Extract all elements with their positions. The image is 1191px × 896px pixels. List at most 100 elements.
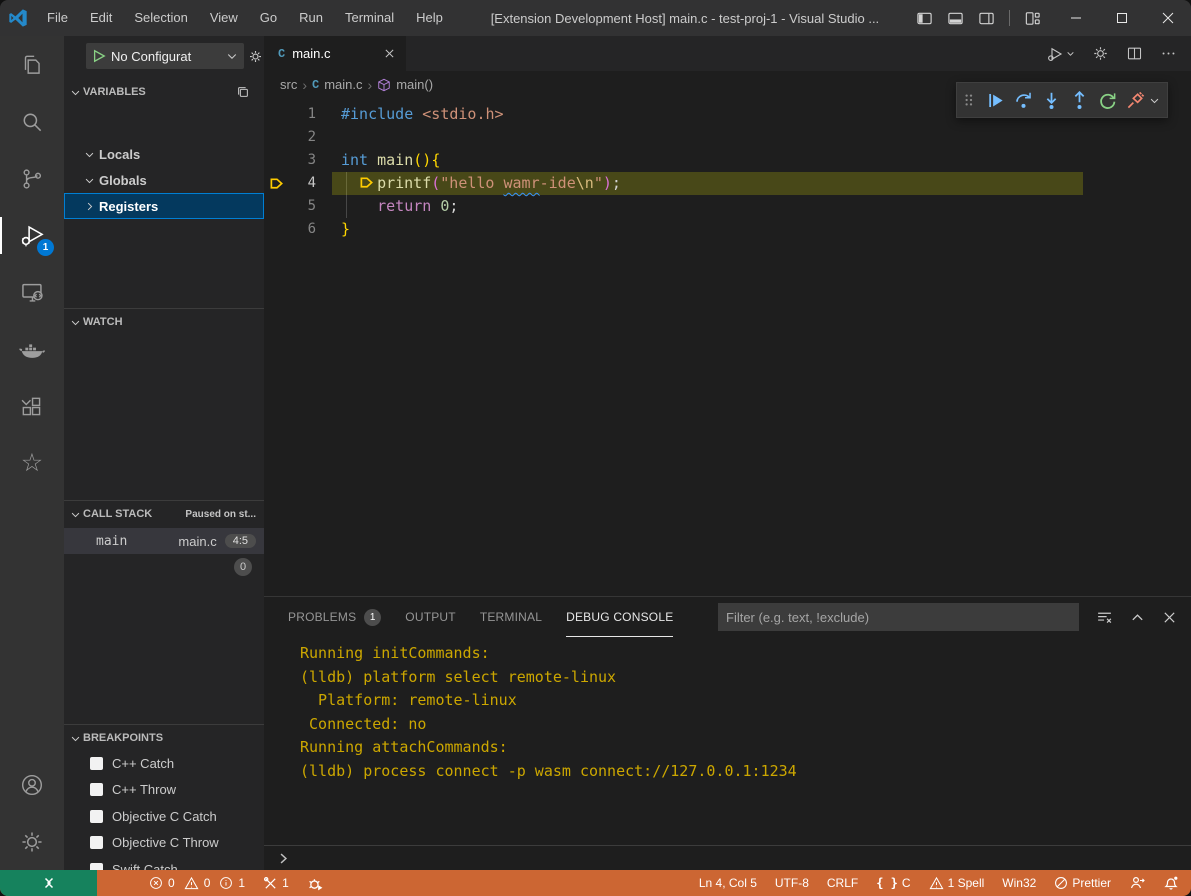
panel-tab-debug-console[interactable]: DEBUG CONSOLE bbox=[566, 597, 673, 637]
maximize-button[interactable] bbox=[1099, 0, 1145, 36]
breakpoint-row[interactable]: Objective C Throw bbox=[64, 830, 264, 857]
step-out-button[interactable] bbox=[1065, 86, 1093, 114]
tab-close-icon[interactable] bbox=[383, 47, 396, 60]
c-language-icon: C bbox=[278, 47, 285, 61]
cursor-position[interactable]: Ln 4, Col 5 bbox=[699, 876, 757, 890]
toggle-panel-icon[interactable] bbox=[947, 10, 964, 27]
call-stack-section-header[interactable]: CALL STACK Paused on st... bbox=[64, 502, 264, 526]
disconnect-button[interactable] bbox=[1121, 86, 1149, 114]
code-line[interactable]: 5 return 0; bbox=[264, 195, 1191, 218]
start-debugging-icon[interactable] bbox=[92, 49, 106, 63]
sidebar-item-source-control[interactable] bbox=[0, 150, 64, 207]
call-stack-frame-row[interactable]: main main.c 4:5 bbox=[64, 528, 264, 554]
breadcrumb-folder[interactable]: src bbox=[280, 77, 297, 92]
breakpoint-row[interactable]: C++ Throw bbox=[64, 777, 264, 804]
menu-edit[interactable]: Edit bbox=[79, 0, 123, 36]
maximize-panel-icon[interactable] bbox=[1130, 610, 1145, 625]
sidebar-item-extensions[interactable] bbox=[0, 378, 64, 435]
formatter-status[interactable]: Prettier bbox=[1054, 876, 1111, 890]
code-line[interactable]: 4 printf("hello wamr-ide\n"); bbox=[264, 172, 1191, 195]
console-filter-input[interactable] bbox=[718, 603, 1079, 631]
problems-status[interactable]: 0 0 1 bbox=[149, 876, 245, 891]
variables-section-header[interactable]: VARIABLES bbox=[64, 80, 264, 104]
breakpoint-row[interactable]: C++ Catch bbox=[64, 750, 264, 777]
menu-run[interactable]: Run bbox=[288, 0, 334, 36]
variables-scope-registers[interactable]: Registers bbox=[64, 193, 264, 219]
docker-whale-icon bbox=[18, 336, 46, 364]
debug-stackframe-gutter-arrow-icon bbox=[269, 176, 287, 191]
debug-console-output[interactable]: Running initCommands:(lldb) platform sel… bbox=[264, 637, 1191, 844]
accounts-button[interactable] bbox=[0, 756, 64, 813]
notifications-bell-item[interactable] bbox=[1163, 875, 1179, 891]
person-icon bbox=[1129, 875, 1145, 891]
run-or-debug-button[interactable] bbox=[1046, 45, 1075, 63]
debug-status-icon-item[interactable] bbox=[307, 875, 324, 892]
menu-terminal[interactable]: Terminal bbox=[334, 0, 405, 36]
minimize-button[interactable] bbox=[1053, 0, 1099, 36]
step-over-button[interactable] bbox=[1009, 86, 1037, 114]
debug-console-input[interactable] bbox=[264, 845, 1191, 870]
menu-selection[interactable]: Selection bbox=[123, 0, 198, 36]
run-and-debug-sidebar: No Configurat VARIABLES Locals Globals R… bbox=[64, 36, 264, 870]
toolchain-status[interactable]: 1 bbox=[263, 876, 289, 891]
more-actions-icon[interactable] bbox=[1160, 45, 1177, 62]
debug-toolbar-chevron-icon[interactable] bbox=[1149, 95, 1160, 106]
close-panel-icon[interactable] bbox=[1162, 610, 1177, 625]
debug-config-dropdown[interactable]: No Configurat bbox=[86, 43, 244, 69]
continue-button[interactable] bbox=[981, 86, 1009, 114]
sidebar-item-explorer[interactable] bbox=[0, 36, 64, 93]
variables-scope-globals[interactable]: Globals bbox=[64, 167, 264, 193]
eol-indicator[interactable]: CRLF bbox=[827, 876, 858, 890]
feedback-icon-item[interactable] bbox=[1129, 875, 1145, 891]
titlebar-separator bbox=[1009, 10, 1010, 26]
symbol-module-icon bbox=[377, 78, 391, 92]
variables-scope-locals[interactable]: Locals bbox=[64, 141, 264, 167]
encoding-indicator[interactable]: UTF-8 bbox=[775, 876, 809, 890]
code-editor[interactable]: 1#include <stdio.h>23int main(){4 printf… bbox=[264, 98, 1191, 596]
spell-checker-status[interactable]: 1 Spell bbox=[929, 876, 985, 891]
menu-go[interactable]: Go bbox=[249, 0, 288, 36]
code-line[interactable]: 2 bbox=[264, 126, 1191, 149]
sidebar-item-wamr[interactable]: ☆ bbox=[0, 435, 64, 492]
step-into-button[interactable] bbox=[1037, 86, 1065, 114]
restart-button[interactable] bbox=[1093, 86, 1121, 114]
breadcrumb-file[interactable]: Cmain.c bbox=[312, 77, 363, 92]
menu-file[interactable]: File bbox=[36, 0, 79, 36]
sidebar-item-run-and-debug[interactable]: 1 bbox=[0, 207, 64, 264]
code-line-content: } bbox=[341, 218, 350, 241]
panel-tab-problems[interactable]: PROBLEMS1 bbox=[288, 597, 381, 637]
sidebar-item-docker[interactable] bbox=[0, 321, 64, 378]
breakpoints-section-header[interactable]: BREAKPOINTS bbox=[64, 726, 264, 750]
platform-indicator[interactable]: Win32 bbox=[1002, 876, 1036, 890]
breakpoint-row[interactable]: Objective C Catch bbox=[64, 803, 264, 830]
clear-console-icon[interactable] bbox=[1096, 609, 1113, 626]
editor-gear-icon[interactable] bbox=[1092, 45, 1109, 62]
copy-icon[interactable] bbox=[236, 85, 250, 99]
customize-layout-icon[interactable] bbox=[1024, 10, 1041, 27]
close-button[interactable] bbox=[1145, 0, 1191, 36]
remote-indicator[interactable] bbox=[0, 870, 97, 896]
toggle-sidebar-icon[interactable] bbox=[916, 10, 933, 27]
panel-tab-terminal[interactable]: TERMINAL bbox=[480, 597, 542, 637]
code-line[interactable]: 6} bbox=[264, 218, 1191, 241]
code-line[interactable]: 3int main(){ bbox=[264, 149, 1191, 172]
manage-button[interactable] bbox=[0, 813, 64, 870]
breakpoint-checkbox[interactable] bbox=[90, 783, 103, 796]
breakpoint-checkbox[interactable] bbox=[90, 757, 103, 770]
debug-settings-gear-icon[interactable] bbox=[248, 49, 263, 64]
menu-help[interactable]: Help bbox=[405, 0, 454, 36]
tab-main-c[interactable]: C main.c bbox=[264, 36, 407, 71]
breakpoint-checkbox[interactable] bbox=[90, 836, 103, 849]
toggle-secondary-sidebar-icon[interactable] bbox=[978, 10, 995, 27]
menu-view[interactable]: View bbox=[199, 0, 249, 36]
breadcrumb-symbol[interactable]: main() bbox=[377, 77, 433, 92]
sidebar-item-remote-explorer[interactable] bbox=[0, 264, 64, 321]
sidebar-item-search[interactable] bbox=[0, 93, 64, 150]
breakpoint-checkbox[interactable] bbox=[90, 810, 103, 823]
toolbar-drag-handle[interactable] bbox=[961, 93, 981, 107]
watch-section-header[interactable]: WATCH bbox=[64, 310, 264, 334]
language-mode[interactable]: { }C bbox=[876, 876, 910, 890]
split-editor-icon[interactable] bbox=[1126, 45, 1143, 62]
code-line-content: printf("hello wamr-ide\n"); bbox=[341, 172, 621, 195]
panel-tab-output[interactable]: OUTPUT bbox=[405, 597, 456, 637]
